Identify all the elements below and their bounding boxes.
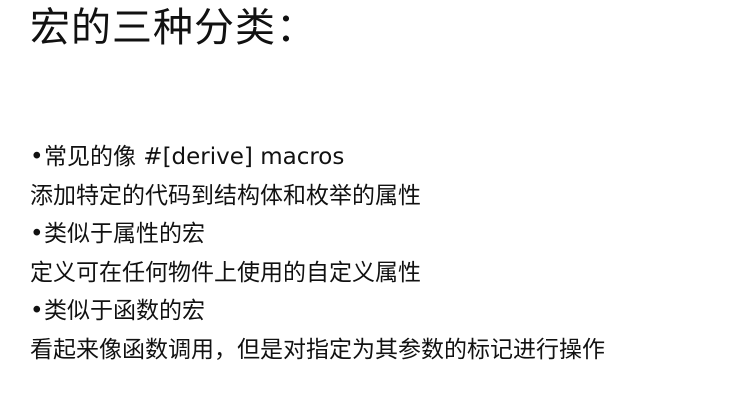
bullet-item: •类似于属性的宏 — [30, 215, 742, 254]
description-line: 看起来像函数调用，但是对指定为其参数的标记进行操作 — [30, 336, 605, 363]
description-line: 定义可在任何物件上使用的自定义属性 — [30, 259, 421, 286]
description-line: 添加特定的代码到结构体和枚举的属性 — [30, 182, 421, 209]
bullet-text: 常见的像 #[derive] macros — [44, 144, 345, 170]
bullet-item: •常见的像 #[derive] macros — [30, 138, 742, 177]
bullet-text: 类似于函数的宏 — [44, 298, 205, 324]
bullet-item: •类似于函数的宏 — [30, 292, 742, 331]
slide: 宏的三种分类： •常见的像 #[derive] macros 添加特定的代码到结… — [0, 0, 750, 402]
bullet-icon: • — [30, 298, 44, 324]
bullet-icon: • — [30, 144, 44, 170]
bullet-text: 类似于属性的宏 — [44, 221, 205, 247]
bullet-icon: • — [30, 221, 44, 247]
slide-body: •常见的像 #[derive] macros 添加特定的代码到结构体和枚举的属性… — [30, 138, 742, 369]
slide-title: 宏的三种分类： — [30, 5, 317, 51]
